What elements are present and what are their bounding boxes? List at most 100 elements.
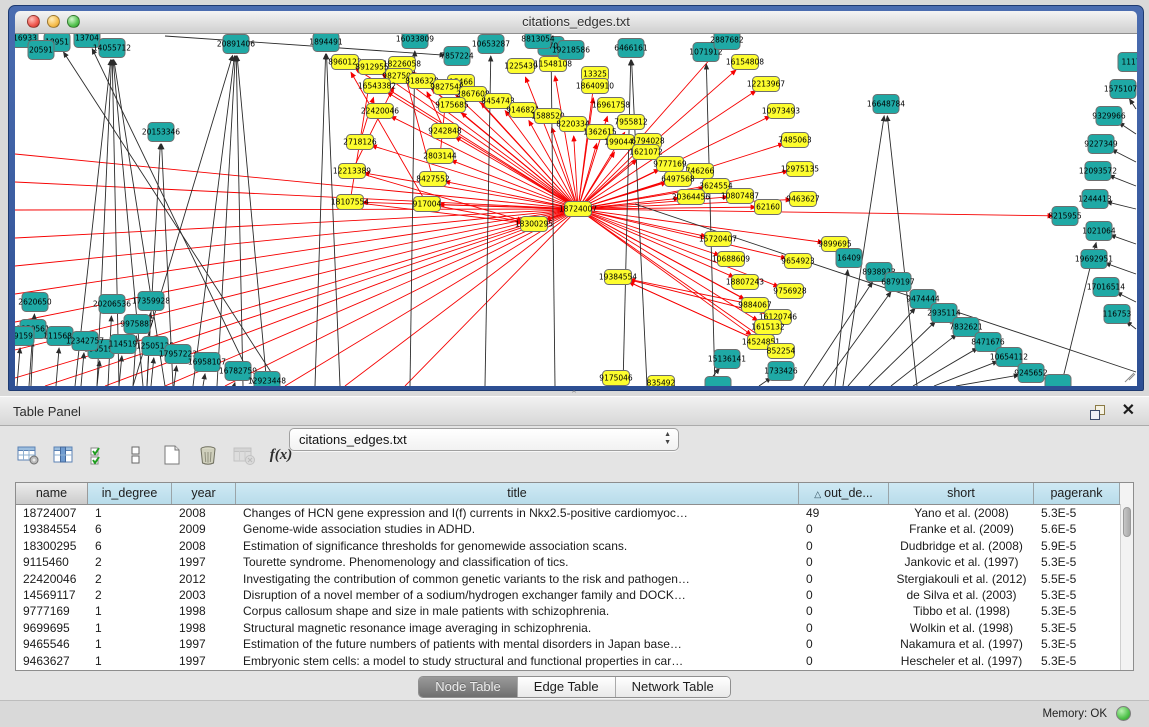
graph-node[interactable]: 9777169 (653, 157, 687, 172)
table-cell[interactable]: 9699695 (16, 620, 88, 636)
table-cell[interactable]: Estimation of the future numbers of pati… (236, 636, 799, 652)
table-cell[interactable]: 2003 (172, 587, 236, 603)
graph-edge[interactable] (193, 56, 235, 386)
table-cell[interactable]: 0 (799, 620, 889, 636)
graph-node[interactable]: 8427552 (416, 172, 450, 187)
tab-node-table[interactable]: Node Table (419, 677, 518, 697)
graph-node[interactable]: 852254 (767, 344, 796, 359)
table-cell[interactable]: 1 (88, 620, 172, 636)
graph-node[interactable]: 20153346 (142, 123, 180, 142)
table-row[interactable]: 2242004622012Investigating the contribut… (16, 571, 1133, 587)
table-cell[interactable]: 19384554 (16, 521, 88, 537)
graph-node[interactable]: 10653287 (472, 35, 510, 54)
graph-node[interactable]: 7857224 (440, 47, 474, 66)
graph-node[interactable]: 9227349 (1084, 135, 1118, 154)
table-cell[interactable]: 14569117 (16, 587, 88, 603)
table-row[interactable]: 911546021997Tourette syndrome. Phenomeno… (16, 554, 1133, 570)
table-cell[interactable]: Jankovic et al. (1997) (889, 554, 1034, 570)
graph-edge[interactable] (913, 348, 978, 386)
table-cell[interactable]: 18724007 (16, 505, 88, 521)
graph-edge[interactable] (345, 209, 578, 386)
table-cell[interactable]: Estimation of significance thresholds fo… (236, 538, 799, 554)
table-cell[interactable]: Dudbridge et al. (2008) (889, 538, 1034, 554)
graph-node[interactable]: 20206536 (93, 295, 131, 314)
table-row[interactable]: 1456911722003Disruption of a novel membe… (16, 587, 1133, 603)
graph-node[interactable] (1045, 375, 1071, 387)
graph-node[interactable]: 9463627 (786, 192, 820, 207)
graph-node[interactable]: 18724007 (559, 202, 597, 217)
graph-node[interactable]: 18807243 (726, 275, 764, 290)
graph-node[interactable]: 917004 (413, 197, 442, 212)
table-row[interactable]: 1872400712008Changes of HCN gene express… (16, 505, 1133, 521)
window-titlebar[interactable]: citations_edges.txt (15, 11, 1137, 34)
column-header-year[interactable]: year (172, 483, 236, 504)
table-selector-dropdown[interactable]: citations_edges.txt ▲▼ (289, 428, 679, 451)
table-cell[interactable]: 5.5E-5 (1034, 571, 1120, 587)
graph-edge[interactable] (234, 383, 235, 386)
graph-node[interactable]: 1733426 (764, 362, 798, 381)
graph-node[interactable]: 9654923 (781, 254, 815, 269)
graph-node[interactable]: 8813054 (521, 34, 555, 49)
float-panel-icon[interactable] (1089, 404, 1105, 420)
table-cell[interactable]: 0 (799, 521, 889, 537)
close-panel-icon[interactable]: ✕ (1122, 401, 1135, 421)
table-cell[interactable]: 6 (88, 521, 172, 537)
graph-edge[interactable] (203, 374, 205, 386)
graph-node[interactable]: 62160 (755, 200, 782, 215)
graph-node[interactable]: 2803144 (423, 149, 457, 164)
table-cell[interactable]: 1997 (172, 653, 236, 669)
graph-node[interactable]: 18300295 (515, 217, 553, 232)
graph-node[interactable]: 2718126 (343, 135, 377, 150)
graph-node[interactable]: 9242848 (428, 124, 462, 139)
network-canvas[interactable]: 1872400718300295896012389129551822605898… (15, 34, 1137, 386)
graph-node[interactable]: 6879197 (881, 273, 915, 292)
graph-edge[interactable] (1117, 292, 1136, 302)
graph-node[interactable]: 9245652 (1014, 364, 1048, 383)
graph-node[interactable]: 20891406 (217, 35, 255, 54)
graph-node[interactable]: 114519 (109, 335, 138, 354)
graph-node[interactable]: 8215955 (1048, 207, 1082, 226)
graph-edge[interactable] (15, 209, 578, 238)
table-cell[interactable]: 0 (799, 571, 889, 587)
graph-node[interactable]: 20591 (28, 41, 54, 60)
graph-node[interactable]: 7485063 (778, 133, 812, 148)
graph-node[interactable]: 20364456 (672, 190, 710, 205)
table-cell[interactable]: 2008 (172, 538, 236, 554)
table-cell[interactable]: 6 (88, 538, 172, 554)
graph-node[interactable]: 16409 (836, 249, 862, 268)
graph-node[interactable]: 19384554 (599, 270, 637, 285)
table-cell[interactable]: 0 (799, 603, 889, 619)
graph-edge[interactable] (1105, 263, 1136, 274)
table-cell[interactable]: Changes of HCN gene expression and I(f) … (236, 505, 799, 521)
graph-node[interactable]: 12093572 (1079, 162, 1117, 181)
graph-edge[interactable] (326, 54, 340, 386)
graph-edge[interactable] (119, 356, 122, 386)
table-cell[interactable]: 22420046 (16, 571, 88, 587)
graph-edge[interactable] (578, 209, 720, 255)
column-header-name[interactable]: name (16, 483, 88, 504)
graph-node[interactable]: 2887682 (710, 34, 744, 50)
graph-node[interactable]: 9975887 (120, 315, 154, 334)
delete-table-icon[interactable] (195, 442, 220, 468)
graph-edge[interactable] (578, 209, 786, 258)
table-cell[interactable]: Tourette syndrome. Phenomenology and cla… (236, 554, 799, 570)
graph-node[interactable]: 18640910 (576, 79, 614, 94)
table-cell[interactable]: 5.6E-5 (1034, 521, 1120, 537)
graph-node[interactable]: 1894491 (309, 34, 343, 52)
table-row[interactable]: 1938455462009Genome-wide association stu… (16, 521, 1133, 537)
table-cell[interactable]: 9115460 (16, 554, 88, 570)
graph-edge[interactable] (578, 144, 597, 209)
graph-edge[interactable] (165, 209, 578, 386)
graph-node[interactable]: 7955812 (614, 115, 648, 130)
table-cell[interactable]: 5.9E-5 (1034, 538, 1120, 554)
table-row[interactable]: 946554611997Estimation of the future num… (16, 636, 1133, 652)
graph-edge[interactable] (15, 182, 578, 209)
table-cell[interactable]: 5.3E-5 (1034, 653, 1120, 669)
table-cell[interactable]: 1998 (172, 620, 236, 636)
column-header-short[interactable]: short (889, 483, 1034, 504)
graph-node[interactable]: 9175685 (435, 98, 469, 113)
graph-node[interactable]: 14055712 (93, 39, 131, 58)
table-cell[interactable]: Tibbo et al. (1998) (889, 603, 1034, 619)
column-header-title[interactable]: title (236, 483, 799, 504)
table-cell[interactable]: 1997 (172, 636, 236, 652)
